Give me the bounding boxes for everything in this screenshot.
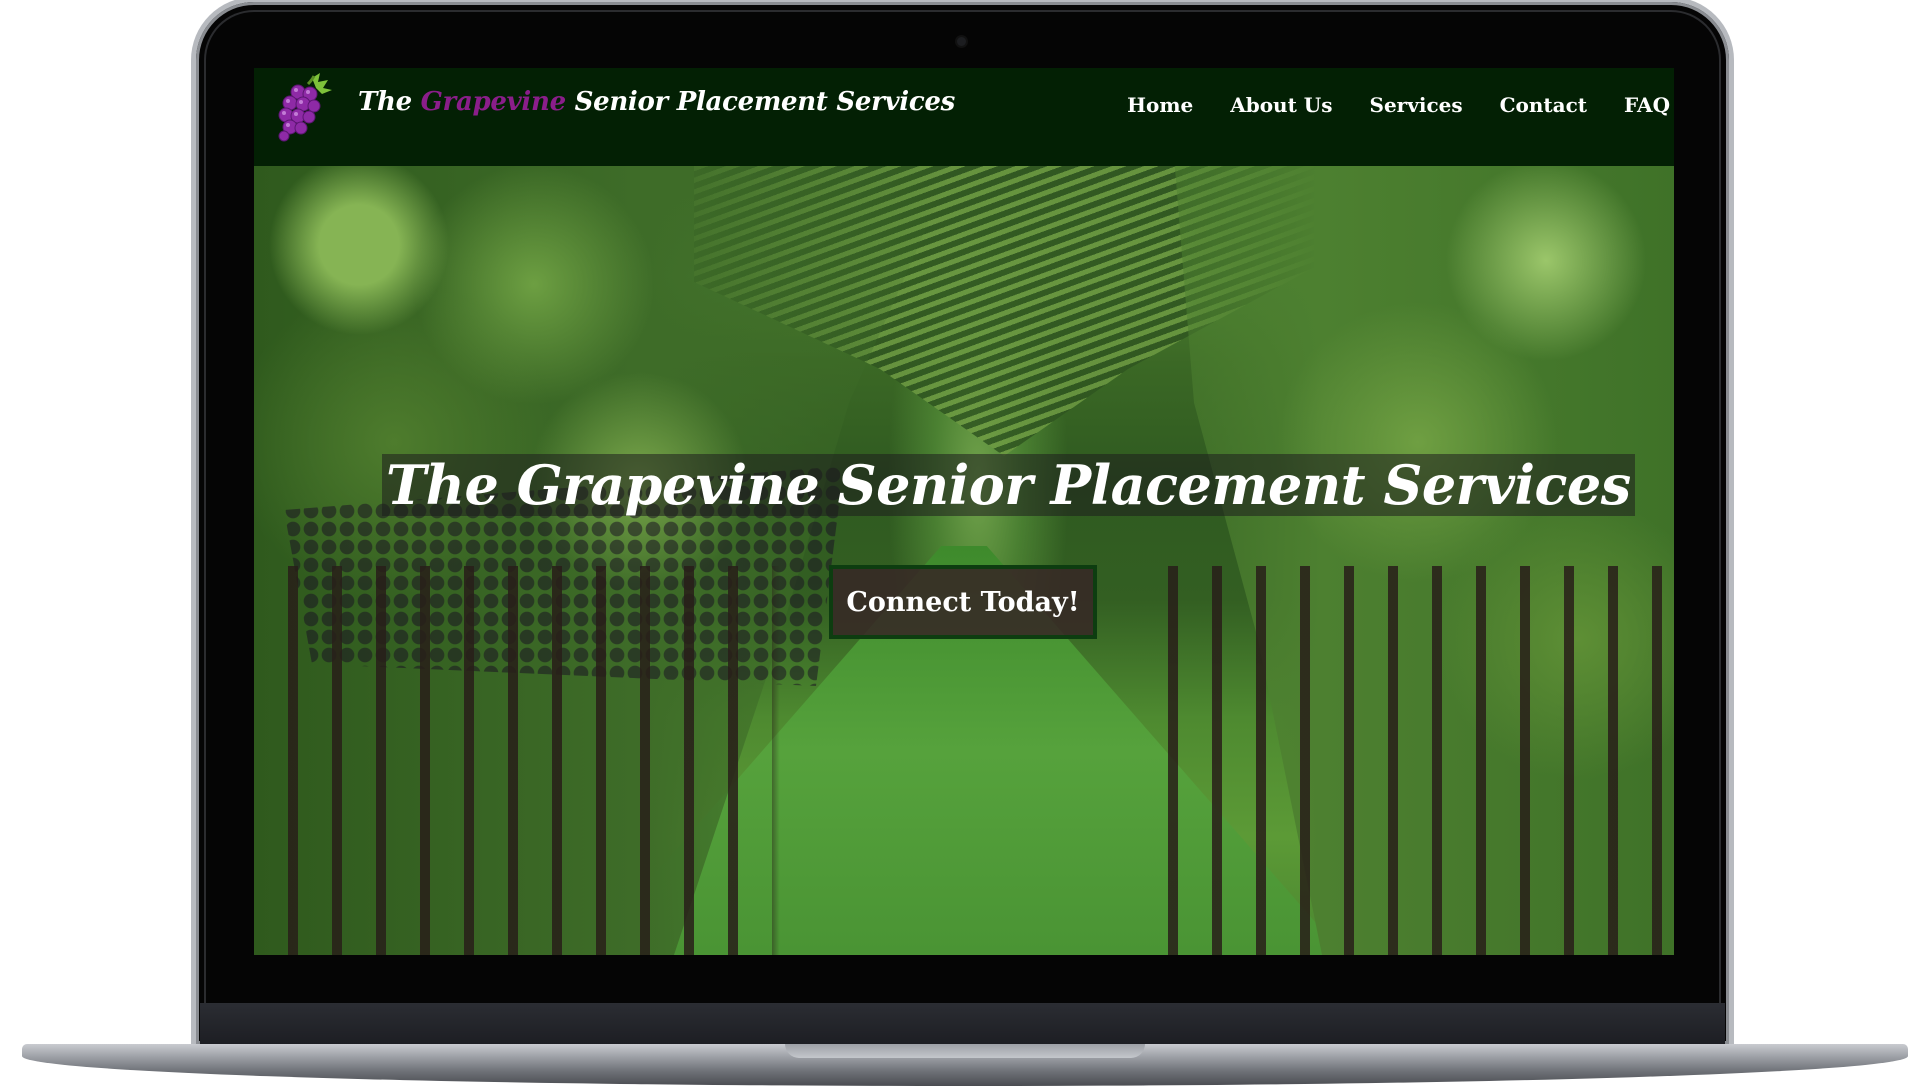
brand-name[interactable]: The Grapevine Senior Placement Services (358, 87, 955, 117)
nav-about-link[interactable]: About Us (1230, 93, 1332, 117)
hero-title: The Grapevine Senior Placement Services (386, 453, 1631, 517)
brand-suffix: Senior Placement Services (565, 87, 956, 117)
connect-today-button[interactable]: Connect Today! (829, 565, 1097, 639)
main-nav: Home About Us Services Contact FAQ (1090, 93, 1670, 117)
hero-title-backdrop: The Grapevine Senior Placement Services (382, 453, 1635, 517)
grapes-icon[interactable] (268, 70, 340, 142)
camera-icon (957, 37, 966, 46)
nav-home-link[interactable]: Home (1127, 93, 1193, 117)
website-screen: The Grapevine Senior Placement Services … (254, 68, 1674, 955)
hero-section: The Grapevine Senior Placement Services … (254, 166, 1674, 955)
brand-accent: Grapevine (420, 87, 567, 117)
laptop-mockup: The Grapevine Senior Placement Services … (0, 0, 1920, 1086)
laptop-notch (785, 1044, 1145, 1058)
laptop-hinge (200, 1003, 1725, 1047)
brand-prefix: The (358, 87, 421, 117)
navbar: The Grapevine Senior Placement Services … (254, 68, 1674, 166)
nav-contact-link[interactable]: Contact (1500, 93, 1587, 117)
nav-services-link[interactable]: Services (1370, 93, 1463, 117)
nav-faq-link[interactable]: FAQ (1624, 93, 1670, 117)
